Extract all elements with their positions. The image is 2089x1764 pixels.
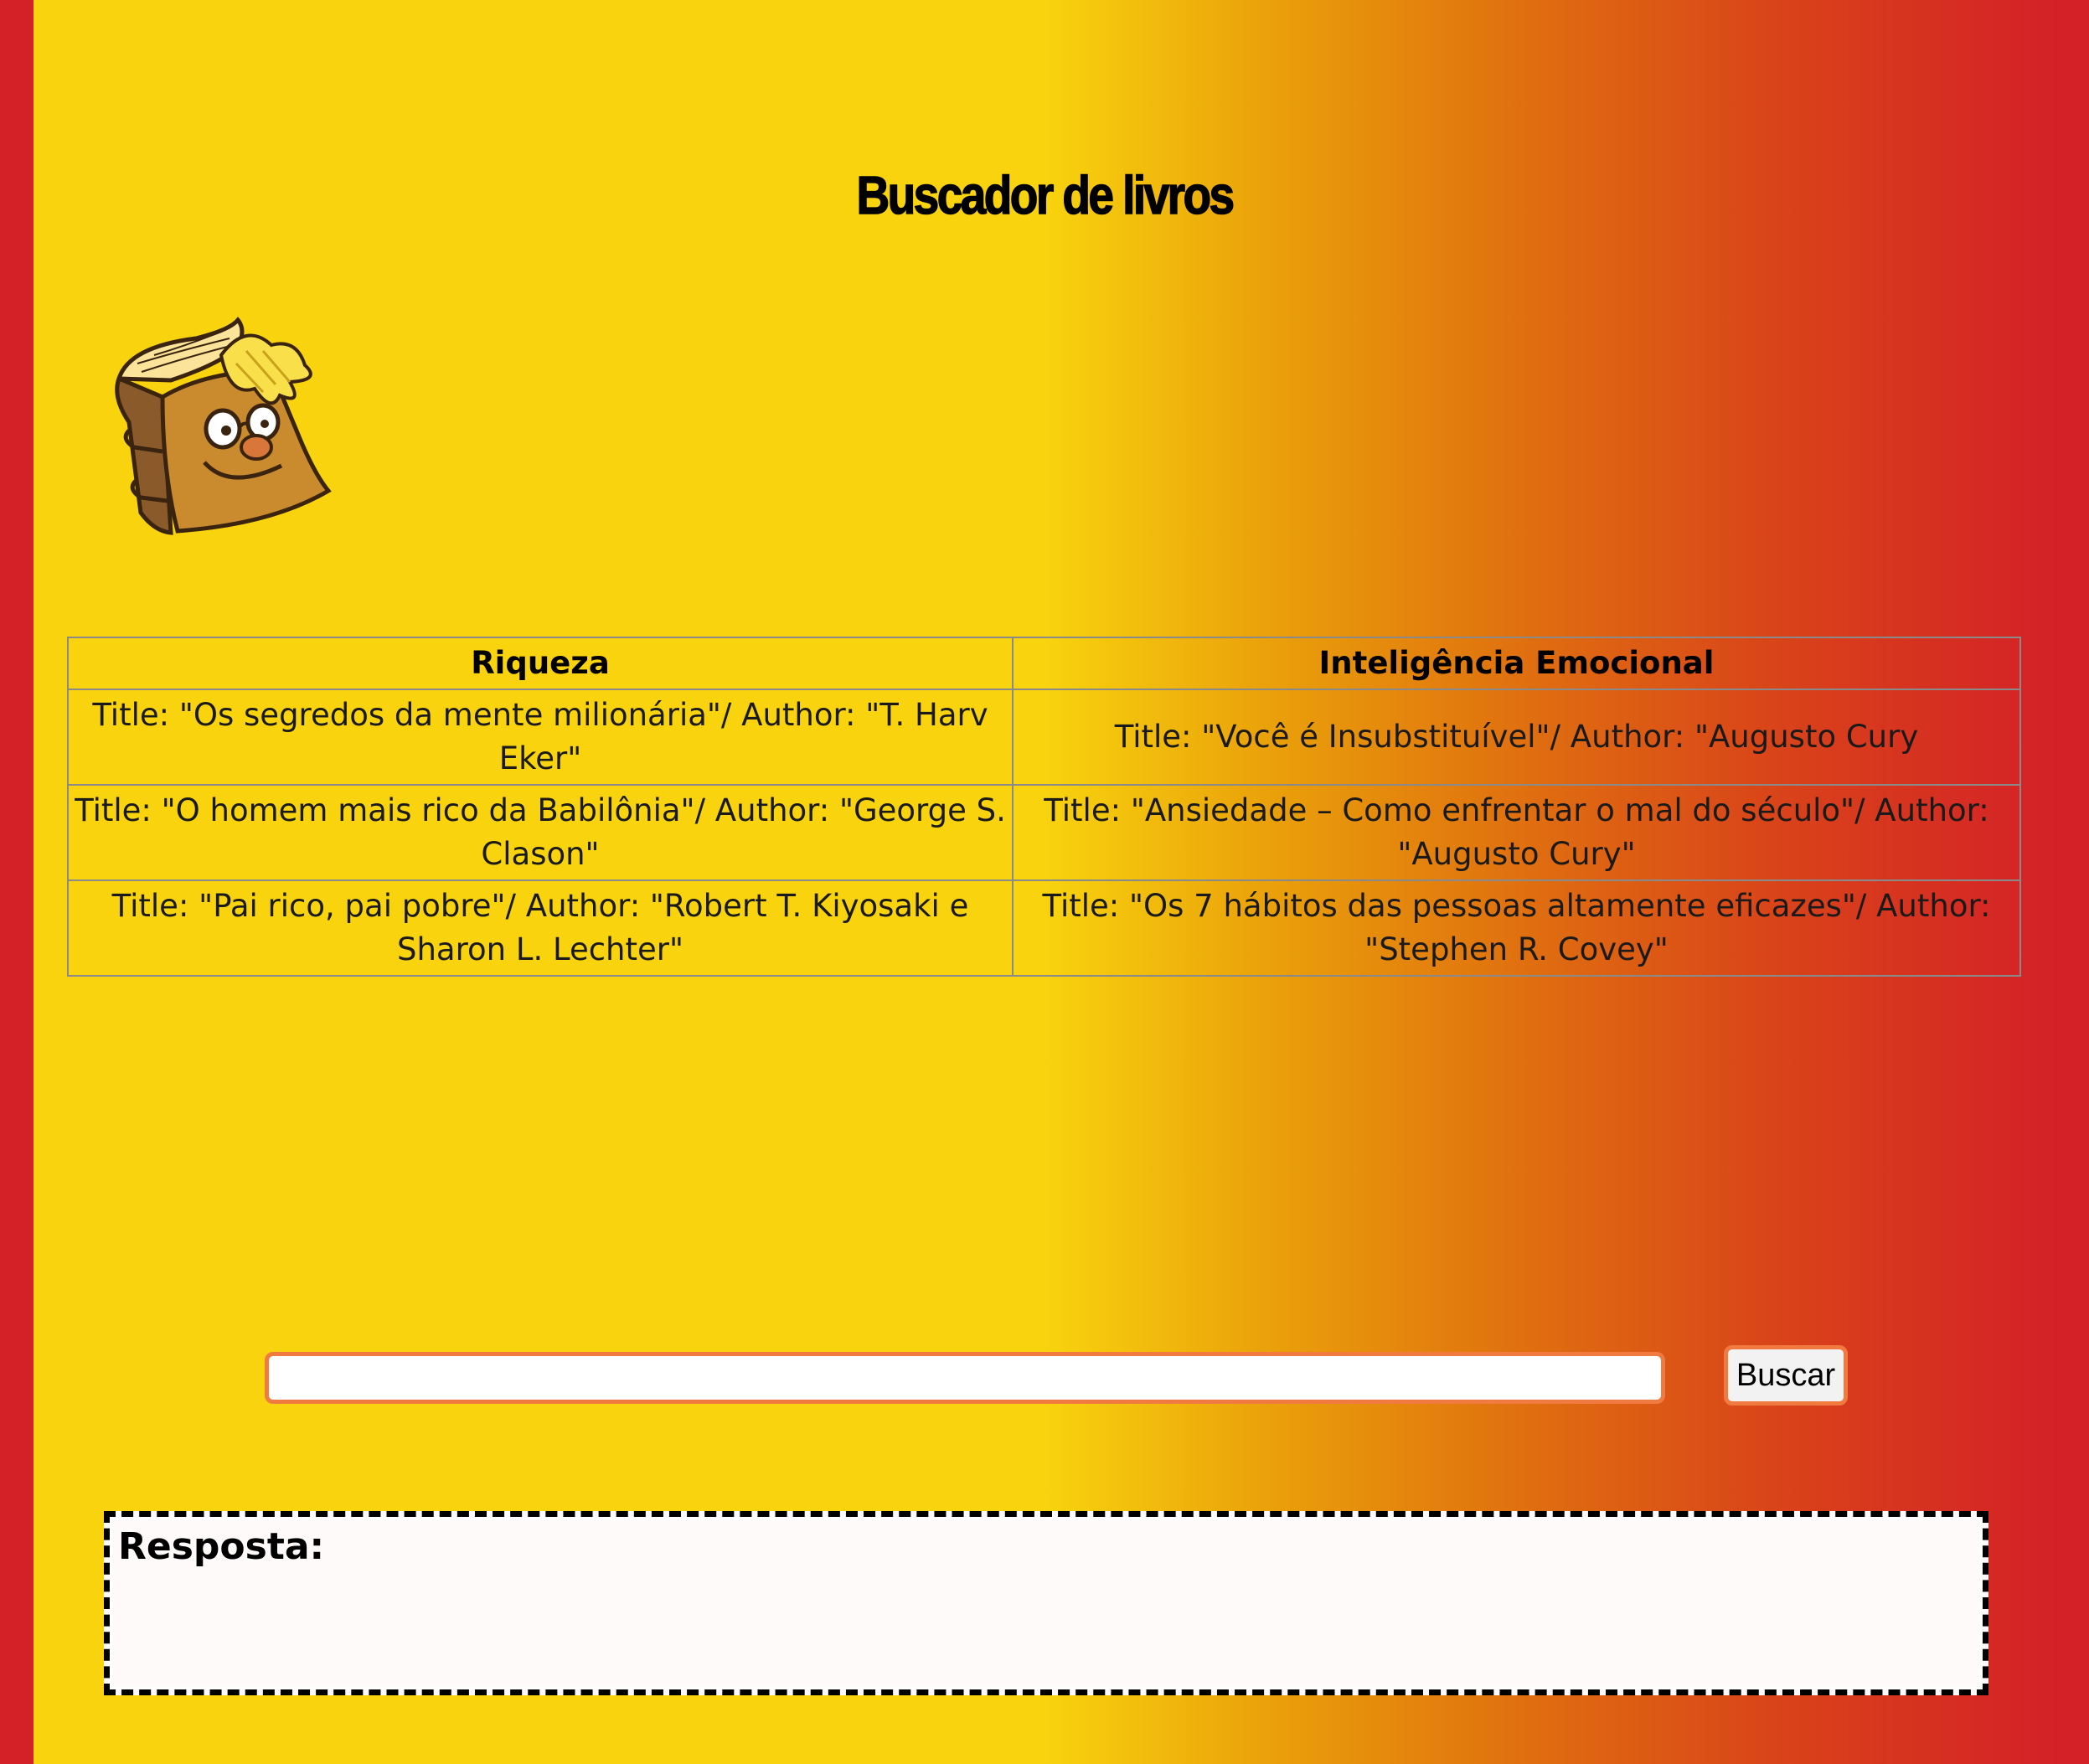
page-title: Buscador de livros — [856, 164, 1235, 226]
search-button[interactable]: Buscar — [1724, 1345, 1848, 1406]
table-cell: Title: "Os 7 hábitos das pessoas altamen… — [1012, 879, 2021, 977]
book-mascot-icon — [115, 317, 332, 535]
table-row: Title: "Os segredos da mente milionária"… — [67, 689, 2021, 786]
table-header-row: Riqueza Inteligência Emocional — [67, 637, 2021, 690]
table-row: Title: "Pai rico, pai pobre"/ Author: "R… — [67, 879, 2021, 977]
table-cell: Title: "Os segredos da mente milionária"… — [67, 689, 1014, 786]
table-cell: Title: "O homem mais rico da Babilônia"/… — [67, 784, 1014, 881]
column-header-inteligencia-emocional: Inteligência Emocional — [1012, 637, 2021, 690]
table-cell: Title: "Você é Insubstituível"/ Author: … — [1012, 689, 2021, 786]
table-cell: Title: "Pai rico, pai pobre"/ Author: "R… — [67, 879, 1014, 977]
answer-label: Resposta: — [118, 1525, 325, 1568]
books-table: Riqueza Inteligência Emocional Title: "O… — [67, 637, 2021, 977]
table-row: Title: "O homem mais rico da Babilônia"/… — [67, 784, 2021, 881]
table-cell: Title: "Ansiedade – Como enfrentar o mal… — [1012, 784, 2021, 881]
column-header-riqueza: Riqueza — [67, 637, 1014, 690]
page-background: Buscador de livros Riqueza Inteligência … — [34, 0, 2055, 1764]
search-input[interactable] — [265, 1352, 1665, 1404]
answer-box: Resposta: — [104, 1511, 1988, 1695]
